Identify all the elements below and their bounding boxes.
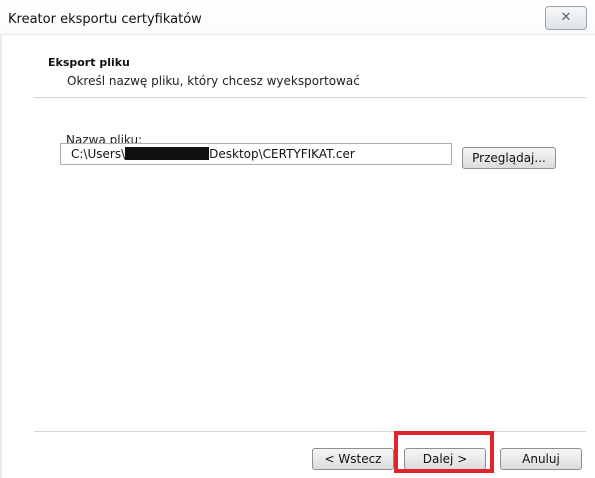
window-title: Kreator eksportu certyfikatów	[8, 12, 202, 27]
footer-divider	[34, 431, 586, 432]
file-path-suffix: Desktop\CERTYFIKAT.cer	[209, 147, 355, 161]
header-divider	[34, 97, 586, 98]
file-name-input[interactable]: C:\Users\ Desktop\CERTYFIKAT.cer	[60, 143, 452, 165]
file-path-prefix: C:\Users\	[71, 147, 126, 161]
close-icon: ✕	[560, 10, 572, 25]
redacted-username	[125, 147, 210, 160]
next-button-highlight	[394, 431, 494, 473]
close-button[interactable]: ✕	[545, 6, 587, 30]
title-bar: Kreator eksportu certyfikatów ✕	[0, 0, 595, 35]
window-left-edge	[0, 34, 2, 478]
section-title: Eksport pliku	[48, 56, 130, 69]
cancel-button[interactable]: Anuluj	[500, 448, 582, 470]
browse-button[interactable]: Przeglądaj...	[462, 147, 556, 169]
back-button[interactable]: < Wstecz	[312, 448, 394, 470]
section-description: Określ nazwę pliku, który chcesz wyekspo…	[67, 74, 360, 88]
